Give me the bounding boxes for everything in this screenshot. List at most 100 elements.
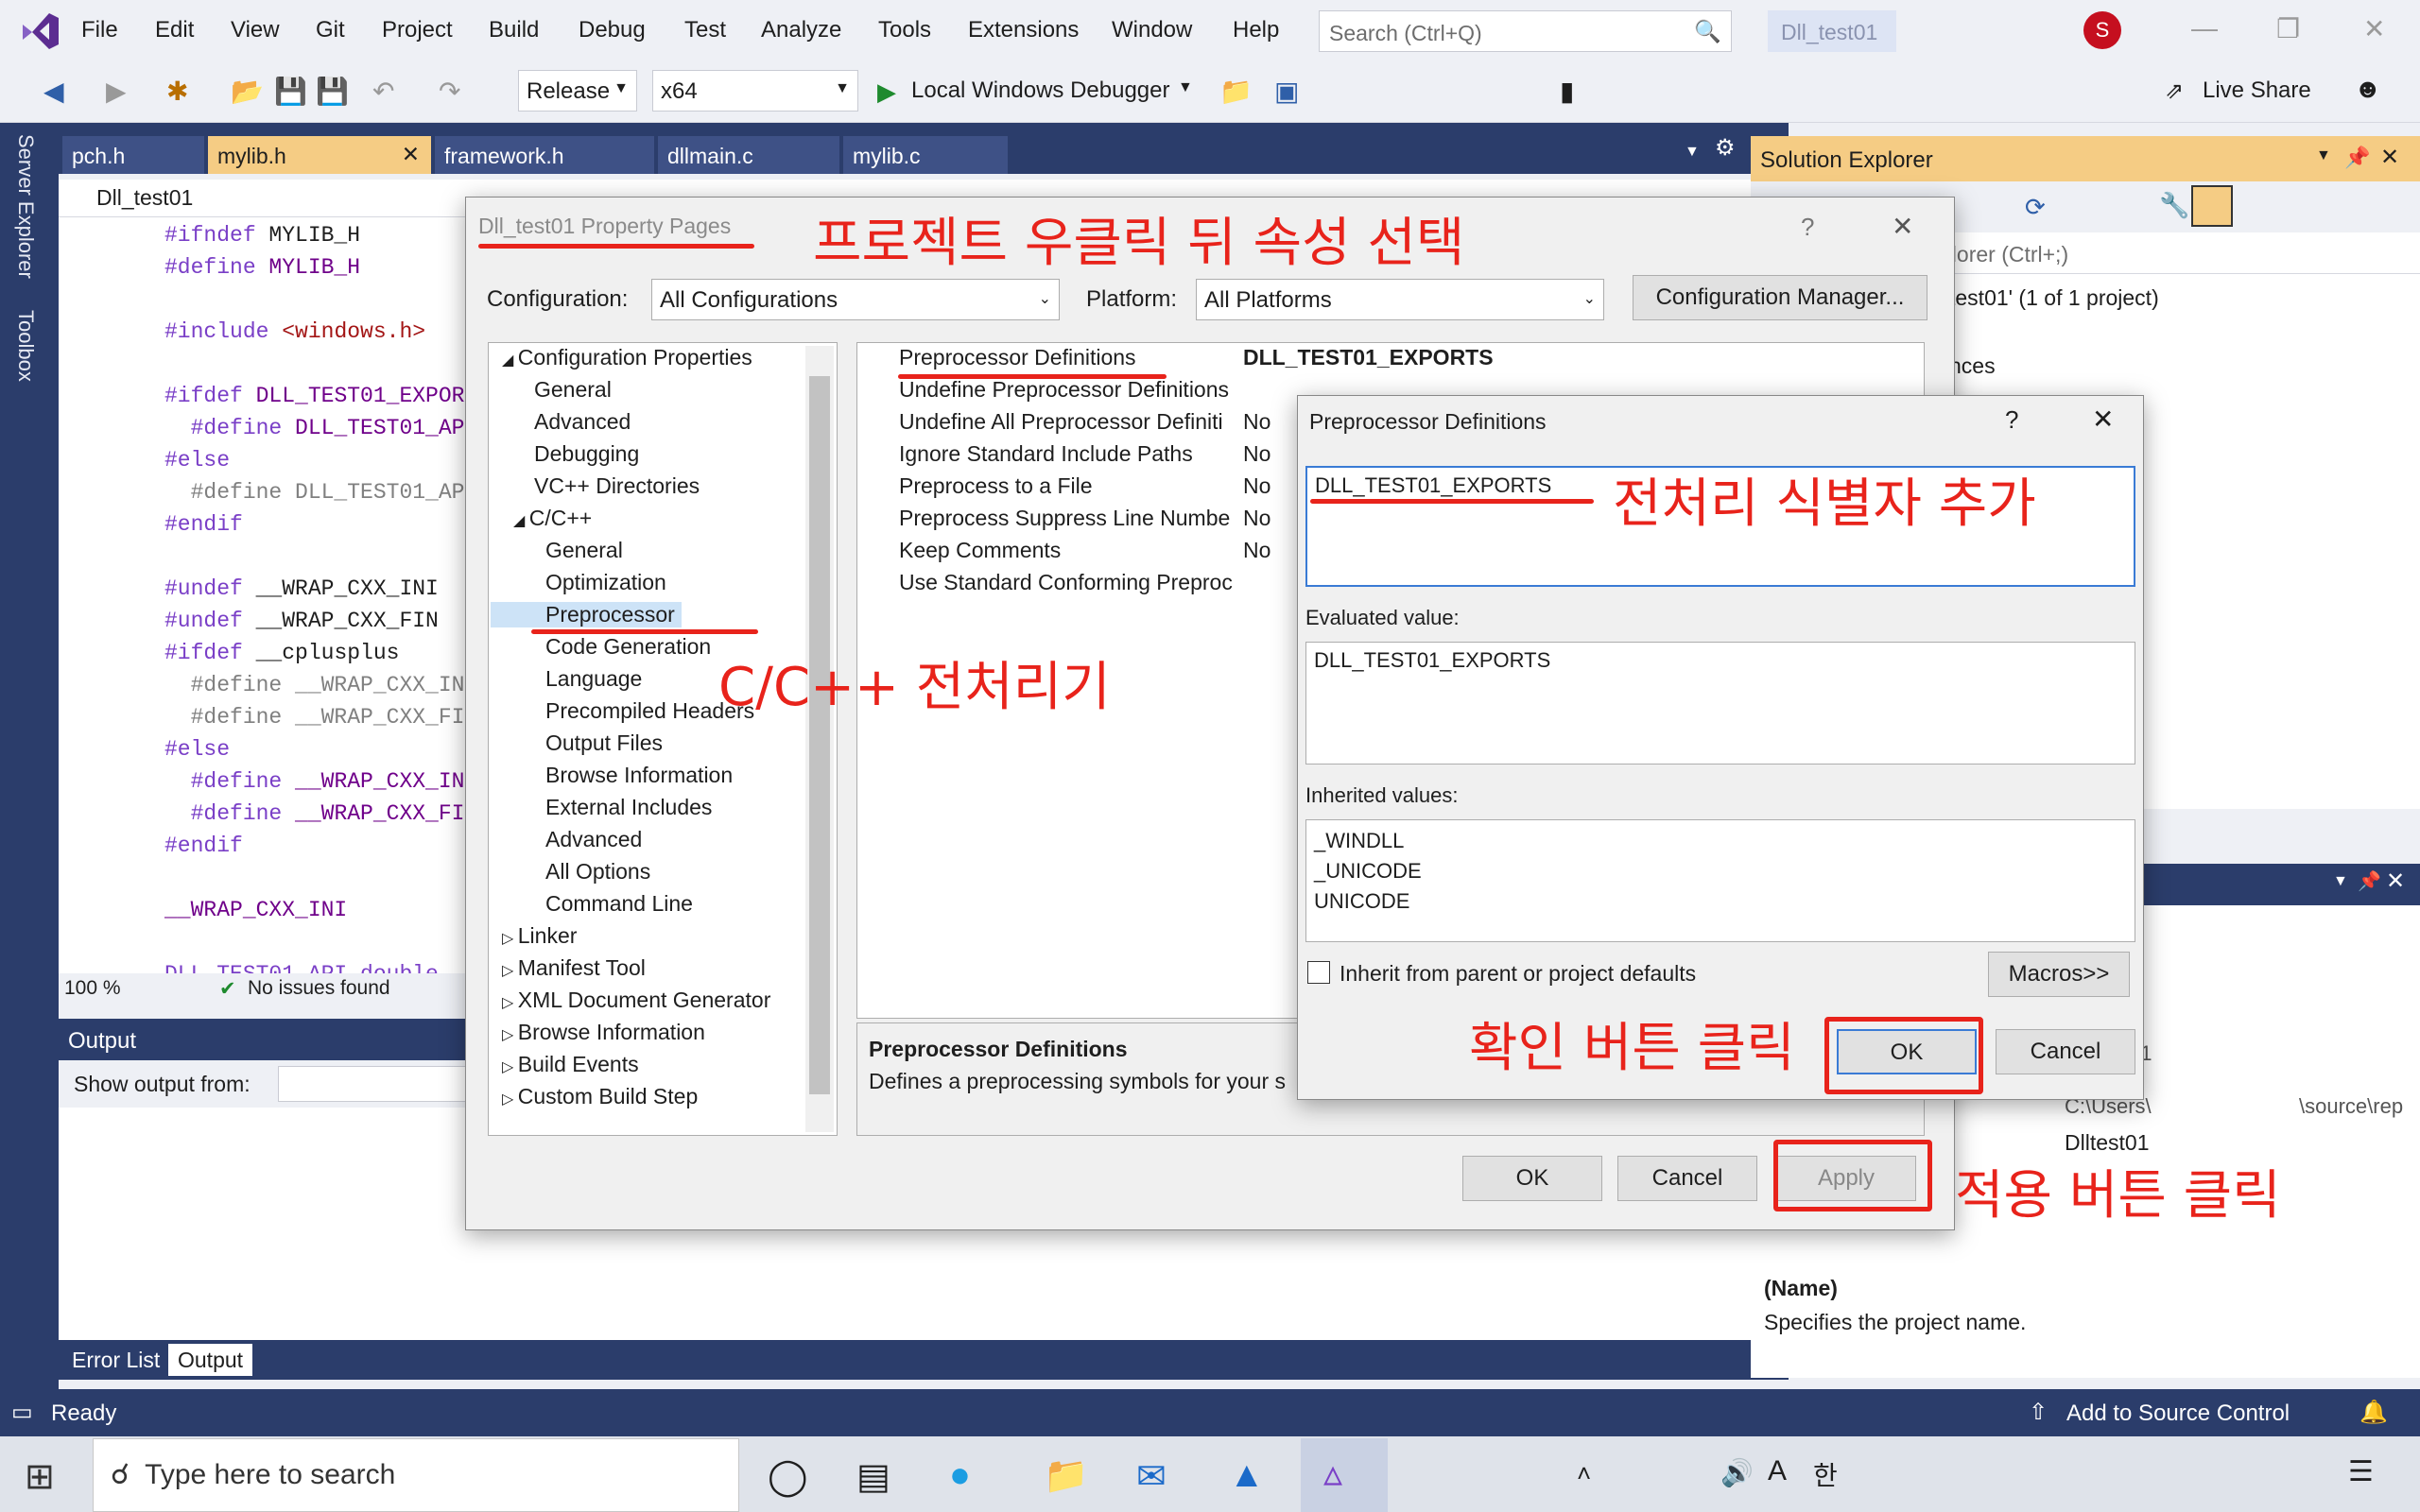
toolbox-tab[interactable]: Toolbox (13, 310, 38, 382)
menu-help[interactable]: Help (1233, 17, 1279, 43)
menu-view[interactable]: View (231, 17, 280, 43)
tree-item[interactable]: ▷ Browse Information (502, 1020, 705, 1045)
avatar[interactable]: S (2083, 11, 2121, 49)
tree-item[interactable]: Language (525, 666, 642, 692)
close-icon[interactable]: ✕ (2386, 868, 2405, 895)
collapsed-arrow-icon[interactable]: ▷ (502, 963, 518, 979)
tree-item[interactable]: Advanced (525, 827, 642, 852)
bookmark-icon[interactable]: ▮ (1560, 76, 1574, 107)
sync-icon[interactable]: ⟳ (2025, 193, 2046, 222)
menu-project[interactable]: Project (382, 17, 453, 43)
tab-output[interactable]: Output (168, 1344, 253, 1376)
tree-item[interactable]: ▷ XML Document Generator (502, 988, 770, 1013)
search-input[interactable]: Search (Ctrl+Q) 🔍 (1319, 10, 1732, 52)
close-icon[interactable]: ✕ (1892, 211, 1913, 242)
forward-icon[interactable]: ▶ (106, 76, 127, 107)
tab-mylib-h[interactable]: mylib.h ✕ (208, 136, 431, 174)
tree-item[interactable]: ▷ Manifest Tool (502, 955, 646, 981)
volume-icon[interactable]: 🔊 (1720, 1457, 1754, 1488)
feedback-icon[interactable]: ☻ (2354, 74, 2381, 104)
tree-item[interactable]: ▷ Custom Build Step (502, 1084, 698, 1109)
references-item[interactable]: nces (1949, 353, 1996, 379)
undo-icon[interactable]: ↶ (372, 76, 394, 107)
menu-git[interactable]: Git (316, 17, 345, 43)
tree-item[interactable]: General (513, 377, 612, 403)
pp-cancel-button[interactable]: Cancel (1996, 1029, 2135, 1074)
tree-item[interactable]: Output Files (525, 730, 663, 756)
collapsed-arrow-icon[interactable]: ▷ (502, 1059, 518, 1075)
windows-start-icon[interactable]: ⊞ (25, 1455, 55, 1498)
open-folder-icon[interactable]: 📂 (231, 76, 264, 107)
collapsed-arrow-icon[interactable]: ▷ (502, 931, 518, 947)
back-icon[interactable]: ◀ (43, 76, 64, 107)
tree-item[interactable]: VC++ Directories (513, 473, 700, 499)
tab-mylib-c[interactable]: mylib.c (843, 136, 1008, 174)
browser-icon[interactable]: ▣ (1274, 76, 1299, 107)
expanded-arrow-icon[interactable]: ◢ (502, 352, 518, 369)
tree-item[interactable]: ◢ C/C++ (513, 506, 592, 531)
source-control-button[interactable]: Add to Source Control (2066, 1400, 2290, 1427)
taskbar-search[interactable]: ☌ Type here to search (93, 1438, 739, 1512)
menu-window[interactable]: Window (1112, 17, 1192, 43)
wrench-icon[interactable]: 🔧 (2159, 191, 2189, 220)
close-icon[interactable]: ✕ (2380, 144, 2399, 171)
configuration-manager-button[interactable]: Configuration Manager... (1633, 275, 1927, 320)
tree-item[interactable]: ▷ Build Events (502, 1052, 639, 1077)
collapsed-arrow-icon[interactable]: ▷ (502, 1091, 518, 1108)
inherit-checkbox[interactable] (1307, 961, 1330, 984)
edge-icon[interactable]: ● (949, 1455, 971, 1496)
configuration-select[interactable]: All Configurations ⌄ (651, 279, 1060, 320)
ime-icon[interactable]: 한 (1813, 1455, 1838, 1493)
redo-icon[interactable]: ↷ (439, 76, 460, 107)
tree-item[interactable]: General (525, 538, 623, 563)
tree-item[interactable]: All Options (525, 859, 650, 885)
save-all-icon[interactable]: 💾 (316, 76, 349, 107)
tab-error-list[interactable]: Error List (62, 1344, 169, 1376)
server-explorer-tab[interactable]: Server Explorer (13, 134, 38, 279)
pin-icon[interactable]: 📌 (2344, 146, 2370, 170)
vs-taskbar-icon[interactable]: ▵ (1301, 1438, 1388, 1512)
platform-select[interactable]: All Platforms ⌄ (1196, 279, 1604, 320)
tree-item[interactable]: Preprocessor (491, 602, 682, 627)
tree-item[interactable]: ◢ Configuration Properties (502, 345, 752, 370)
mail-icon[interactable]: ✉ (1136, 1455, 1167, 1498)
tree-item[interactable]: External Includes (525, 795, 712, 820)
collapsed-arrow-icon[interactable]: ▷ (502, 1027, 518, 1043)
help-button[interactable]: ? (1801, 213, 1814, 242)
tree-item[interactable]: Browse Information (525, 763, 733, 788)
tab-pch-h[interactable]: pch.h (62, 136, 204, 174)
close-window-icon[interactable]: ✕ (2363, 13, 2385, 44)
chevron-down-icon[interactable]: ▼ (1178, 79, 1193, 96)
menu-debug[interactable]: Debug (579, 17, 646, 43)
live-share-icon[interactable]: ⇗ (2165, 77, 2184, 105)
cortana-icon[interactable]: ◯ (768, 1455, 808, 1498)
font-icon[interactable]: A (1768, 1455, 1787, 1487)
pin-icon[interactable]: 📌 (2358, 869, 2381, 893)
menu-analyze[interactable]: Analyze (761, 17, 841, 43)
tree-item[interactable]: ▷ Linker (502, 923, 577, 949)
config-select[interactable]: Release ▼ (518, 70, 637, 112)
collapsed-arrow-icon[interactable]: ▷ (502, 995, 518, 1011)
close-icon[interactable]: ✕ (2092, 404, 2114, 435)
help-button[interactable]: ? (2005, 405, 2018, 435)
notification-icon[interactable]: ☰ (2348, 1455, 2374, 1488)
platform-select[interactable]: x64 ▼ (652, 70, 858, 112)
expanded-arrow-icon[interactable]: ◢ (513, 513, 529, 529)
menu-file[interactable]: File (81, 17, 118, 43)
tree-scrollbar[interactable] (805, 346, 834, 1132)
chevron-down-icon[interactable]: ▼ (2316, 147, 2331, 164)
tree-item[interactable]: Optimization (525, 570, 666, 595)
tray-chevron-icon[interactable]: ˄ (1577, 1459, 1591, 1488)
menu-build[interactable]: Build (489, 17, 539, 43)
photos-icon[interactable]: ▲ (1229, 1455, 1265, 1496)
tree-item[interactable]: Advanced (513, 409, 631, 435)
settings-icon[interactable]: ⚙ (1715, 134, 1736, 162)
menu-tools[interactable]: Tools (878, 17, 931, 43)
scroll-thumb[interactable] (809, 376, 830, 1094)
tree-item[interactable]: Debugging (513, 441, 639, 467)
tab-dllmain-c[interactable]: dllmain.c (658, 136, 839, 174)
tree-item[interactable]: Command Line (525, 891, 693, 917)
close-tab-icon[interactable]: ✕ (402, 142, 420, 167)
preview-toggle-icon[interactable] (2191, 185, 2233, 227)
file-explorer-icon[interactable]: 📁 (1044, 1455, 1088, 1497)
